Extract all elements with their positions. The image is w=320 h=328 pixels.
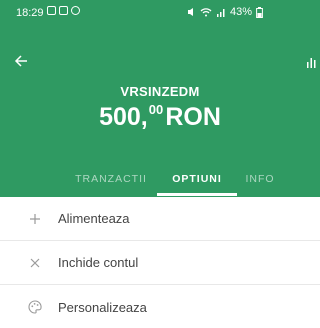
balance-currency: RON: [165, 103, 221, 131]
menu-item-alimenteaza[interactable]: Alimenteaza: [0, 197, 320, 241]
notification-icons: [47, 6, 80, 15]
palette-icon: [28, 300, 42, 314]
back-arrow-icon: [14, 55, 27, 67]
tab-info[interactable]: INFO: [237, 160, 283, 197]
account-name: VRSINZEDM: [120, 84, 200, 99]
battery-icon: [256, 6, 263, 18]
signal-icon: [217, 9, 225, 17]
status-time: 18:29: [16, 7, 44, 19]
menu-item-label: Alimenteaza: [58, 211, 130, 226]
wifi-icon: [200, 8, 212, 17]
options-menu: Alimenteaza Inchide contul Personalizeaz…: [0, 197, 320, 328]
balance-decimals: 00: [148, 102, 164, 117]
tab-optiuni[interactable]: OPTIUNI: [157, 160, 237, 197]
status-bar: 18:29 43%: [0, 0, 320, 26]
menu-item-label: Inchide contul: [58, 255, 139, 270]
account-tabs: TRANZACTII OPTIUNI INFO: [0, 160, 320, 197]
balance-integer: 500,: [99, 103, 148, 131]
account-balance: 500,00 RON: [0, 102, 320, 132]
active-tab-indicator: [157, 193, 237, 196]
tab-tranzactii[interactable]: TRANZACTII: [70, 160, 152, 197]
statistics-button[interactable]: [304, 50, 320, 72]
menu-item-inchide-contul[interactable]: Inchide contul: [0, 241, 320, 285]
back-button[interactable]: [10, 50, 32, 72]
image-notification-icon: [59, 6, 68, 15]
message-notification-icon: [47, 6, 56, 15]
system-icons: 43%: [186, 6, 263, 18]
close-icon: [28, 256, 42, 270]
bar-chart-icon: [307, 58, 316, 68]
app-notification-icon: [71, 6, 80, 15]
menu-item-label: Personalizeaza: [58, 299, 147, 315]
plus-icon: [28, 212, 42, 226]
account-header: 18:29 43% VRSINZEDM 500,00 RON TRANZACTI…: [0, 0, 320, 197]
mute-icon: [188, 8, 193, 16]
battery-percent: 43%: [230, 6, 253, 18]
menu-item-personalizeaza[interactable]: Personalizeaza: [0, 285, 320, 328]
